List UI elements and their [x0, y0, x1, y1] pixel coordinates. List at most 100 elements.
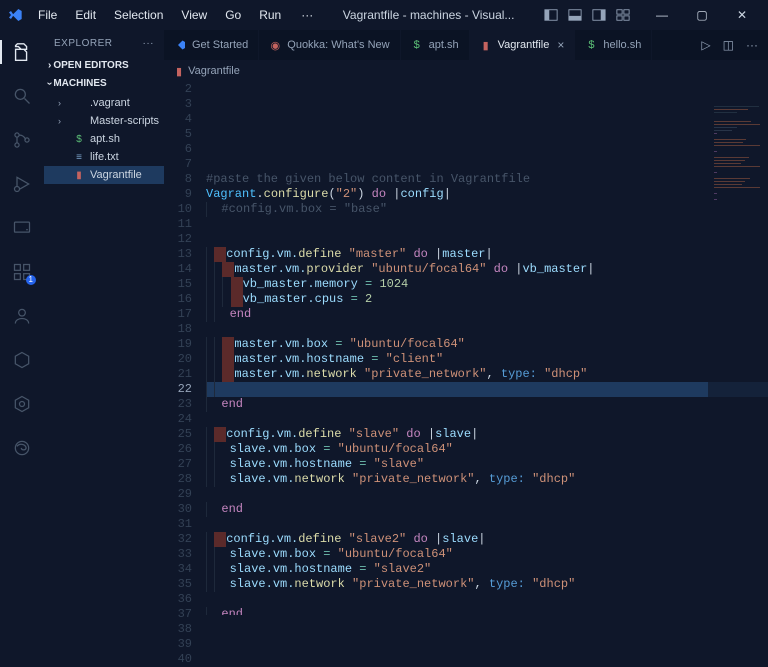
code-line[interactable] — [206, 322, 768, 337]
menu-file[interactable]: File — [30, 4, 65, 26]
tree-item-vagrantfile[interactable]: ▮ Vagrantfile — [44, 166, 164, 184]
code-line[interactable]: end — [206, 607, 768, 615]
code-line[interactable]: Vagrant.configure("2") do |config| — [206, 187, 768, 202]
sidebar-more-icon[interactable]: ··· — [143, 38, 155, 49]
tree-item-apt-sh[interactable]: $apt.sh — [44, 130, 164, 148]
layout-controls — [538, 8, 636, 22]
activity-account-icon[interactable] — [0, 300, 44, 332]
tab-get-started[interactable]: Get Started — [164, 30, 259, 60]
tree-item-label: life.txt — [90, 151, 119, 163]
tree-item-label: Vagrantfile — [90, 169, 142, 181]
line-number: 33 — [164, 547, 206, 562]
line-number: 25 — [164, 427, 206, 442]
workspace-section[interactable]: › MACHINES — [44, 74, 164, 92]
split-icon[interactable]: ◫ — [723, 38, 734, 52]
code-line[interactable]: vb_master.memory = 1024 — [206, 277, 768, 292]
tab-quokka-what-s-new[interactable]: ◉Quokka: What's New — [259, 30, 400, 60]
code-line[interactable]: slave.vm.network "private_network", type… — [206, 472, 768, 487]
code-line[interactable]: end — [206, 397, 768, 412]
file-icon: ≡ — [72, 152, 86, 163]
tab-apt-sh[interactable]: $apt.sh — [401, 30, 470, 60]
menu-selection[interactable]: Selection — [106, 4, 171, 26]
menu-view[interactable]: View — [173, 4, 215, 26]
code-line[interactable] — [206, 127, 768, 142]
activity-run-icon[interactable] — [0, 168, 44, 200]
code-line[interactable] — [206, 157, 768, 172]
file-icon: ▮ — [176, 65, 182, 78]
line-number: 4 — [164, 112, 206, 127]
code-line[interactable] — [206, 142, 768, 157]
tab-actions: ▷ ◫ ··· — [691, 30, 768, 60]
line-number: 5 — [164, 127, 206, 142]
menu-edit[interactable]: Edit — [67, 4, 104, 26]
code-line[interactable] — [206, 82, 768, 97]
dollar-icon: $ — [585, 39, 597, 51]
line-number: 3 — [164, 97, 206, 112]
code-line[interactable]: master.vm.hostname = "client" — [206, 352, 768, 367]
code-line[interactable]: slave.vm.box = "ubuntu/focal64" — [206, 442, 768, 457]
code-line[interactable]: config.vm.define "master" do |master| — [206, 247, 768, 262]
code-line[interactable]: master.vm.box = "ubuntu/focal64" — [206, 337, 768, 352]
panel-left-icon[interactable] — [544, 8, 558, 22]
code-line[interactable]: slave.vm.network "private_network", type… — [206, 577, 768, 592]
activity-edge-icon[interactable] — [0, 432, 44, 464]
activity-hex1-icon[interactable] — [0, 344, 44, 376]
code-line[interactable]: #paste the given below content in Vagran… — [206, 172, 768, 187]
code-line[interactable]: master.vm.network "private_network", typ… — [206, 367, 768, 382]
code-line[interactable]: end — [206, 502, 768, 517]
code-line[interactable]: slave.vm.hostname = "slave" — [206, 457, 768, 472]
minimap[interactable] — [708, 82, 768, 615]
activity-explorer-icon[interactable] — [0, 36, 44, 68]
menu-go[interactable]: Go — [217, 4, 249, 26]
line-number: 14 — [164, 262, 206, 277]
code-line[interactable]: #config.vm.box = "base" — [206, 202, 768, 217]
code-line[interactable] — [206, 592, 768, 607]
tab-more-icon[interactable]: ··· — [746, 38, 758, 52]
tree-item-master-scripts[interactable]: ›Master-scripts — [44, 112, 164, 130]
file-icon: ▮ — [72, 170, 86, 181]
tree-item-life-txt[interactable]: ≡ life.txt — [44, 148, 164, 166]
breadcrumb[interactable]: ▮ Vagrantfile — [164, 60, 768, 82]
tree-item--vagrant[interactable]: ›.vagrant — [44, 94, 164, 112]
close-tab-icon[interactable]: × — [557, 38, 564, 52]
close-window-button[interactable]: ✕ — [722, 0, 762, 30]
layout-grid-icon[interactable] — [616, 8, 630, 22]
code-line[interactable] — [206, 412, 768, 427]
tab-hello-sh[interactable]: $ hello.sh — [575, 30, 652, 60]
code-line[interactable] — [206, 112, 768, 127]
menu-overflow-icon[interactable]: ··· — [295, 4, 319, 26]
code-line[interactable]: vb_master.cpus = 2 — [206, 292, 768, 307]
menu-run[interactable]: Run — [251, 4, 289, 26]
activity-extensions-icon[interactable]: 1 — [0, 256, 44, 288]
line-number: 27 — [164, 457, 206, 472]
activity-scm-icon[interactable] — [0, 124, 44, 156]
line-number: 8 — [164, 172, 206, 187]
code-line[interactable] — [206, 97, 768, 112]
activity-remote-icon[interactable] — [0, 212, 44, 244]
code-line[interactable] — [206, 232, 768, 247]
code-line[interactable] — [206, 217, 768, 232]
tab-vagrantfile[interactable]: ▮Vagrantfile× — [470, 30, 576, 60]
editor-body[interactable]: 2345678910111213141516171819202122232425… — [164, 82, 768, 615]
panel-bottom-icon[interactable] — [568, 8, 582, 22]
code-line[interactable]: config.vm.define "slave" do |slave| — [206, 427, 768, 442]
activity-search-icon[interactable] — [0, 80, 44, 112]
code-line[interactable]: end — [206, 307, 768, 322]
minimize-button[interactable]: — — [642, 0, 682, 30]
window-title: Vagrantfile - machines - Visual... — [325, 8, 532, 22]
panel-right-icon[interactable] — [592, 8, 606, 22]
code-line[interactable]: config.vm.define "slave2" do |slave| — [206, 532, 768, 547]
tab-label: hello.sh — [603, 39, 641, 51]
code-area[interactable]: #paste the given below content in Vagran… — [206, 82, 768, 615]
code-line[interactable]: slave.vm.hostname = "slave2" — [206, 562, 768, 577]
titlebar: FileEditSelectionViewGoRun ··· Vagrantfi… — [0, 0, 768, 30]
code-line[interactable]: slave.vm.box = "ubuntu/focal64" — [206, 547, 768, 562]
open-editors-section[interactable]: › OPEN EDITORS — [44, 56, 164, 74]
maximize-button[interactable]: ▢ — [682, 0, 722, 30]
code-line[interactable] — [206, 517, 768, 532]
code-line[interactable]: master.vm.provider "ubuntu/focal64" do |… — [206, 262, 768, 277]
activity-hex2-icon[interactable] — [0, 388, 44, 420]
code-line[interactable] — [206, 487, 768, 502]
code-line[interactable] — [206, 382, 768, 397]
run-icon[interactable]: ▷ — [701, 38, 710, 52]
